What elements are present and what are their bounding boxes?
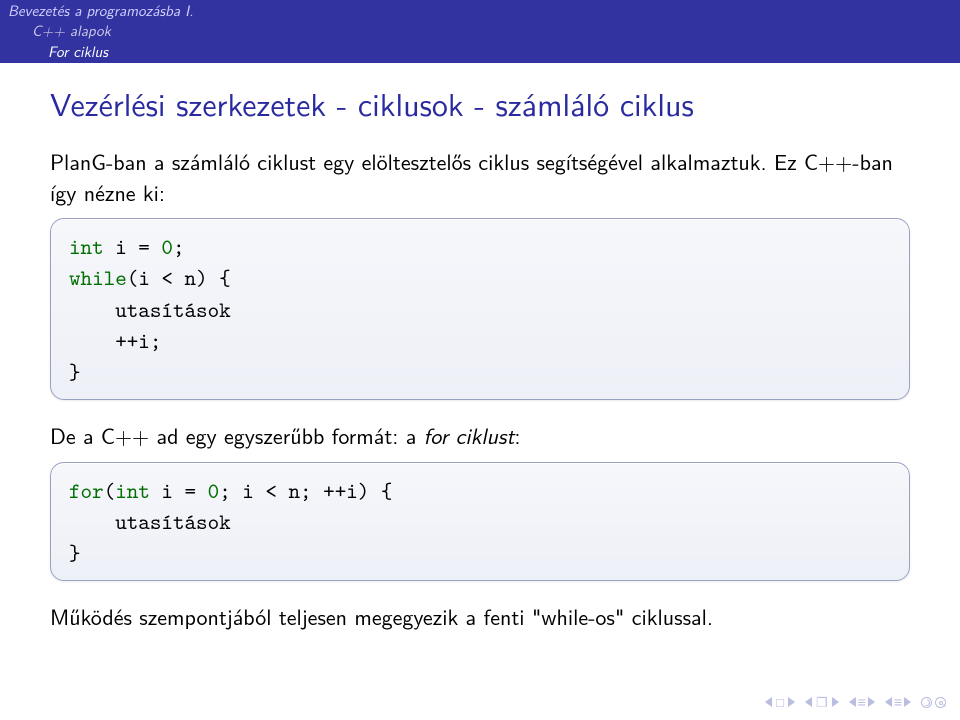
literal-0-2: 0 [208, 476, 220, 505]
header-line-1: Bevezetés a programozásba I. [8, 0, 952, 20]
nav-next-frame-icon [832, 697, 839, 707]
nav-subsection-icon: ≡ [894, 692, 902, 712]
nav-next-subsection-icon [904, 697, 911, 707]
keyword-while: while [69, 263, 127, 292]
slide-header: Bevezetés a programozásba I. C++ alapok … [0, 0, 960, 63]
code-text: } [69, 538, 81, 567]
keyword-int: int [69, 232, 104, 261]
beamer-nav: □ ❐ ≡ ≡ [765, 692, 946, 712]
paragraph-2: De a C++ ad egy egyszerűbb formát: a for… [50, 420, 910, 451]
nav-slide-group[interactable]: □ [765, 693, 795, 712]
nav-section-group[interactable]: ≡ [849, 692, 875, 712]
nav-back-icon [921, 697, 932, 708]
nav-next-slide-icon [788, 697, 795, 707]
nav-prev-section-icon [849, 697, 856, 707]
nav-next-section-icon [868, 697, 875, 707]
slide-content: PlanG-ban a számláló ciklust egy elöltes… [0, 132, 960, 633]
code-block-2: for(int i = 0; i < n; ++i) { utasítások … [50, 462, 910, 582]
nav-prev-slide-icon [765, 697, 772, 707]
keyword-int-2: int [115, 476, 150, 505]
header-line-2: C++ alapok [8, 20, 952, 40]
nav-subsection-group[interactable]: ≡ [885, 692, 911, 712]
nav-section-icon: ≡ [858, 692, 866, 712]
paragraph-3: Működés szempontjából teljesen megegyezi… [50, 601, 910, 632]
code-text: ; [173, 232, 185, 261]
slide-title: Vezérlési szerkezetek - ciklusok - száml… [0, 63, 960, 132]
code-text: i = [150, 476, 208, 505]
code-text: (i < n) { [127, 263, 231, 292]
literal-0: 0 [161, 232, 173, 261]
code-text: } [69, 357, 81, 386]
para2-text-c: : [514, 419, 520, 451]
para2-emph: for ciklust [424, 419, 515, 451]
code-text: i = [104, 232, 162, 261]
keyword-for: for [69, 476, 104, 505]
para2-text-a: De a C++ ad egy egyszerűbb formát: a [50, 419, 424, 451]
code-text: ++i; [69, 326, 161, 355]
code-text: utasítások [69, 507, 231, 536]
nav-search-icon [935, 697, 946, 708]
nav-aux-group[interactable] [921, 697, 946, 708]
code-block-1: int i = 0; while(i < n) { utasítások ++i… [50, 218, 910, 400]
code-text: ( [104, 476, 116, 505]
code-text: ; i < n; ++i) { [219, 476, 392, 505]
paragraph-1: PlanG-ban a számláló ciklust egy elöltes… [50, 146, 910, 208]
nav-frame-group[interactable]: ❐ [805, 693, 839, 712]
code-text: utasítások [69, 295, 231, 324]
nav-slide-icon: □ [774, 693, 786, 712]
header-line-3: For ciklus [8, 41, 952, 61]
nav-prev-subsection-icon [885, 697, 892, 707]
nav-frame-icon: ❐ [814, 693, 830, 712]
nav-prev-frame-icon [805, 697, 812, 707]
